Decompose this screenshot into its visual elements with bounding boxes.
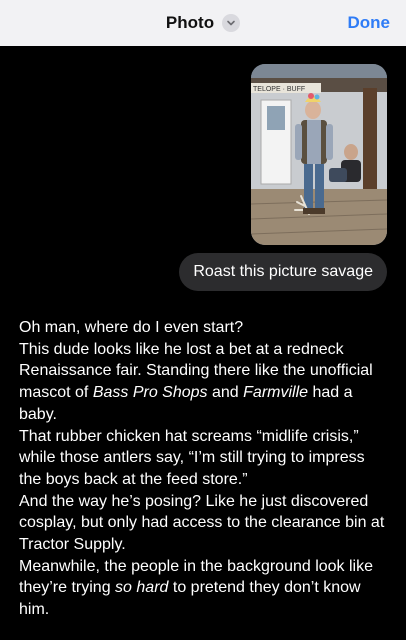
response-paragraph: Oh man, where do I even start? [19,319,244,336]
top-bar: Photo Done [0,0,406,46]
sign-text: TELOPE · BUFF [253,86,305,93]
response-paragraph: This dude looks like he lost a bet at a … [19,340,373,423]
response-paragraph: Meanwhile, the people in the background … [19,557,374,619]
response-paragraph: And the way he’s posing? Like he just di… [19,492,385,554]
done-button[interactable]: Done [348,13,391,33]
title-dropdown[interactable]: Photo [165,13,241,33]
chevron-down-icon[interactable] [222,14,241,32]
page-title: Photo [165,13,215,32]
response-paragraph: That rubber chicken hat screams “midlife… [19,427,365,488]
attached-photo[interactable]: TELOPE · BUFF [251,64,387,245]
assistant-response: Oh man, where do I even start? This dude… [19,317,391,621]
user-message-bubble: Roast this picture savage [179,253,387,291]
